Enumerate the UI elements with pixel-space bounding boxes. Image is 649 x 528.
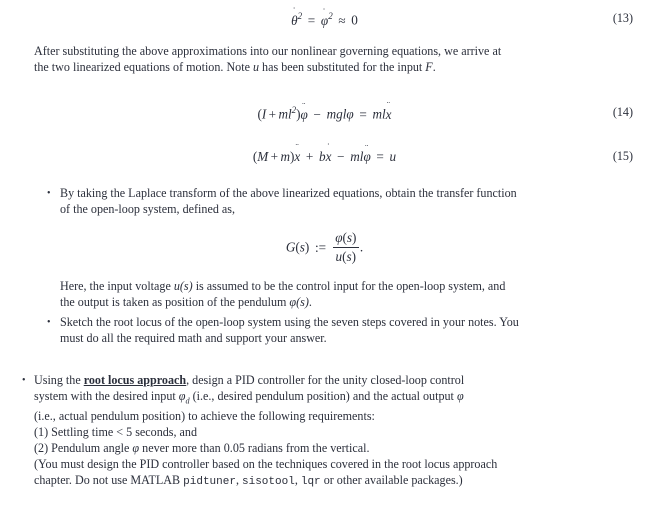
list-item-laplace-transform: • By taking the Laplace transform of the… — [0, 186, 649, 218]
paragraph-line-1: After substituting the above approximati… — [34, 44, 502, 58]
assign-operator: := — [314, 239, 327, 255]
pid-line-3: (i.e., actual pendulum position) to achi… — [34, 409, 375, 424]
pid-requirement-2: (2) Pendulum angle φ never more than 0.0… — [34, 441, 633, 457]
emphasis-root-locus-approach: root locus approach — [83, 373, 187, 388]
here-line-1-text-b: is assumed to be the control input for t… — [192, 278, 506, 293]
pid-line-1-text-a: Using the — [34, 373, 84, 388]
symbol-phi: φ — [456, 389, 464, 404]
equation-15-number: (15) — [612, 148, 633, 163]
outer-bullet-list: • Using the root locus approach, design … — [0, 373, 649, 491]
fraction-numerator: φ(s) — [335, 230, 357, 246]
sketch-line-1: Sketch the root locus of the open-loop s… — [60, 315, 519, 330]
bullet-icon: • — [22, 375, 26, 387]
laplace-line-2: of the open-loop system, defined as, — [60, 201, 235, 216]
theta-dot-symbol: ˙ θ — [291, 5, 298, 28]
pid-line-1: Using the root locus approach, design a … — [34, 373, 633, 389]
transfer-function-fraction: φ(s) u(s) — [332, 230, 359, 265]
x-double-dot-symbol: ¨ x — [294, 141, 301, 164]
transfer-function-lhs: G — [285, 239, 296, 255]
paragraph-line-2-text-c: . — [432, 59, 436, 74]
phi-dot-symbol: ˙ φ — [320, 6, 329, 28]
list-item-pid-controller-design: • Using the root locus approach, design … — [0, 373, 649, 491]
here-line-2-text-a: the output is taken as position of the p… — [60, 294, 290, 309]
equation-13-body: ˙ θ2 = ˙ φ2 ≈ 0 — [291, 5, 358, 28]
laplace-line-1: By taking the Laplace transform of the a… — [60, 185, 517, 200]
note-line-2-text-b: or other available packages.) — [320, 473, 463, 488]
inner-bullet-list-sketch: • Sketch the root locus of the open-loop… — [0, 315, 649, 347]
req2-text-a: (2) Pendulum angle — [34, 441, 133, 456]
paragraph-after-equation-13: After substituting the above approximati… — [0, 44, 649, 76]
here-line-1: Here, the input voltage u(s) is assumed … — [60, 279, 633, 295]
here-line-2-text-b: . — [308, 294, 312, 309]
pid-line-2-text-a: system with the desired input — [34, 389, 179, 404]
equation-13-number: (13) — [612, 11, 633, 26]
equation-14-number: (14) — [612, 104, 633, 119]
fraction-trailing-period: . — [359, 239, 364, 255]
bullet-icon: • — [47, 317, 51, 329]
here-line-1-text-a: Here, the input voltage — [60, 278, 174, 293]
transfer-function-row: G(s) := φ(s) u(s) . — [0, 230, 649, 266]
pid-requirement-1: (1) Settling time < 5 seconds, and — [34, 425, 198, 440]
here-line-2: the output is taken as position of the p… — [60, 295, 633, 311]
matlab-command-sisotool: sisotool — [242, 476, 295, 489]
paragraph-here-input-voltage: Here, the input voltage u(s) is assumed … — [0, 279, 649, 311]
fraction-denominator: u(s) — [332, 247, 359, 265]
req2-text-b: never more than 0.05 radians from the ve… — [139, 441, 370, 456]
note-line-2-text-a: chapter. Do not use MATLAB — [34, 473, 184, 488]
pid-note-line-2: chapter. Do not use MATLAB pidtuner, sis… — [34, 473, 633, 491]
paragraph-line-2-text-b: has been substituted for the input — [259, 59, 426, 74]
equation-14-row: (I + ml2) ¨ φ − mglφ = ml ¨ x (14) — [0, 99, 649, 124]
equation-14-body: (I + ml2) ¨ φ − mglφ = ml ¨ x — [257, 99, 392, 122]
symbol-F: F — [425, 59, 433, 74]
equation-13-row: ˙ θ2 = ˙ φ2 ≈ 0 (13) — [0, 5, 649, 30]
pid-line-2: system with the desired input φd (i.e., … — [34, 389, 633, 409]
x-double-dot-symbol: ¨ x — [385, 99, 392, 122]
pid-note-line-1: (You must design the PID controller base… — [34, 457, 498, 472]
inner-bullet-list: • By taking the Laplace transform of the… — [0, 186, 649, 218]
transfer-function-body: G(s) := φ(s) u(s) . — [285, 230, 364, 265]
list-item-sketch-root-locus: • Sketch the root locus of the open-loop… — [0, 315, 649, 347]
phi-double-dot-symbol: ¨ φ — [300, 100, 308, 122]
matlab-command-pidtuner: pidtuner — [183, 476, 236, 489]
equation-15-row: (M + m) ¨ x + b ˙ x − ml ¨ φ = u (15) — [0, 141, 649, 168]
matlab-command-lqr: lqr — [300, 476, 321, 489]
pid-line-1-text-b: , design a PID controller for the unity … — [186, 373, 465, 388]
symbol-phi-of-s: φ(s) — [289, 294, 309, 309]
sketch-line-2: must do all the required math and suppor… — [60, 331, 327, 346]
pid-line-2-text-b: (i.e., desired pendulum position) and th… — [189, 389, 457, 404]
document-page: ˙ θ2 = ˙ φ2 ≈ 0 (13) After substituting th… — [0, 0, 649, 528]
paragraph-line-2: the two linearized equations of motion. … — [34, 60, 633, 76]
paragraph-line-2-text-a: the two linearized equations of motion. … — [34, 59, 253, 74]
phi-double-dot-symbol: ¨ φ — [363, 142, 371, 164]
equation-15-body: (M + m) ¨ x + b ˙ x − ml ¨ φ = u — [252, 141, 397, 164]
bullet-icon: • — [47, 187, 51, 199]
symbol-u-of-s: u(s) — [173, 278, 193, 293]
x-dot-symbol: ˙ x — [325, 141, 332, 164]
